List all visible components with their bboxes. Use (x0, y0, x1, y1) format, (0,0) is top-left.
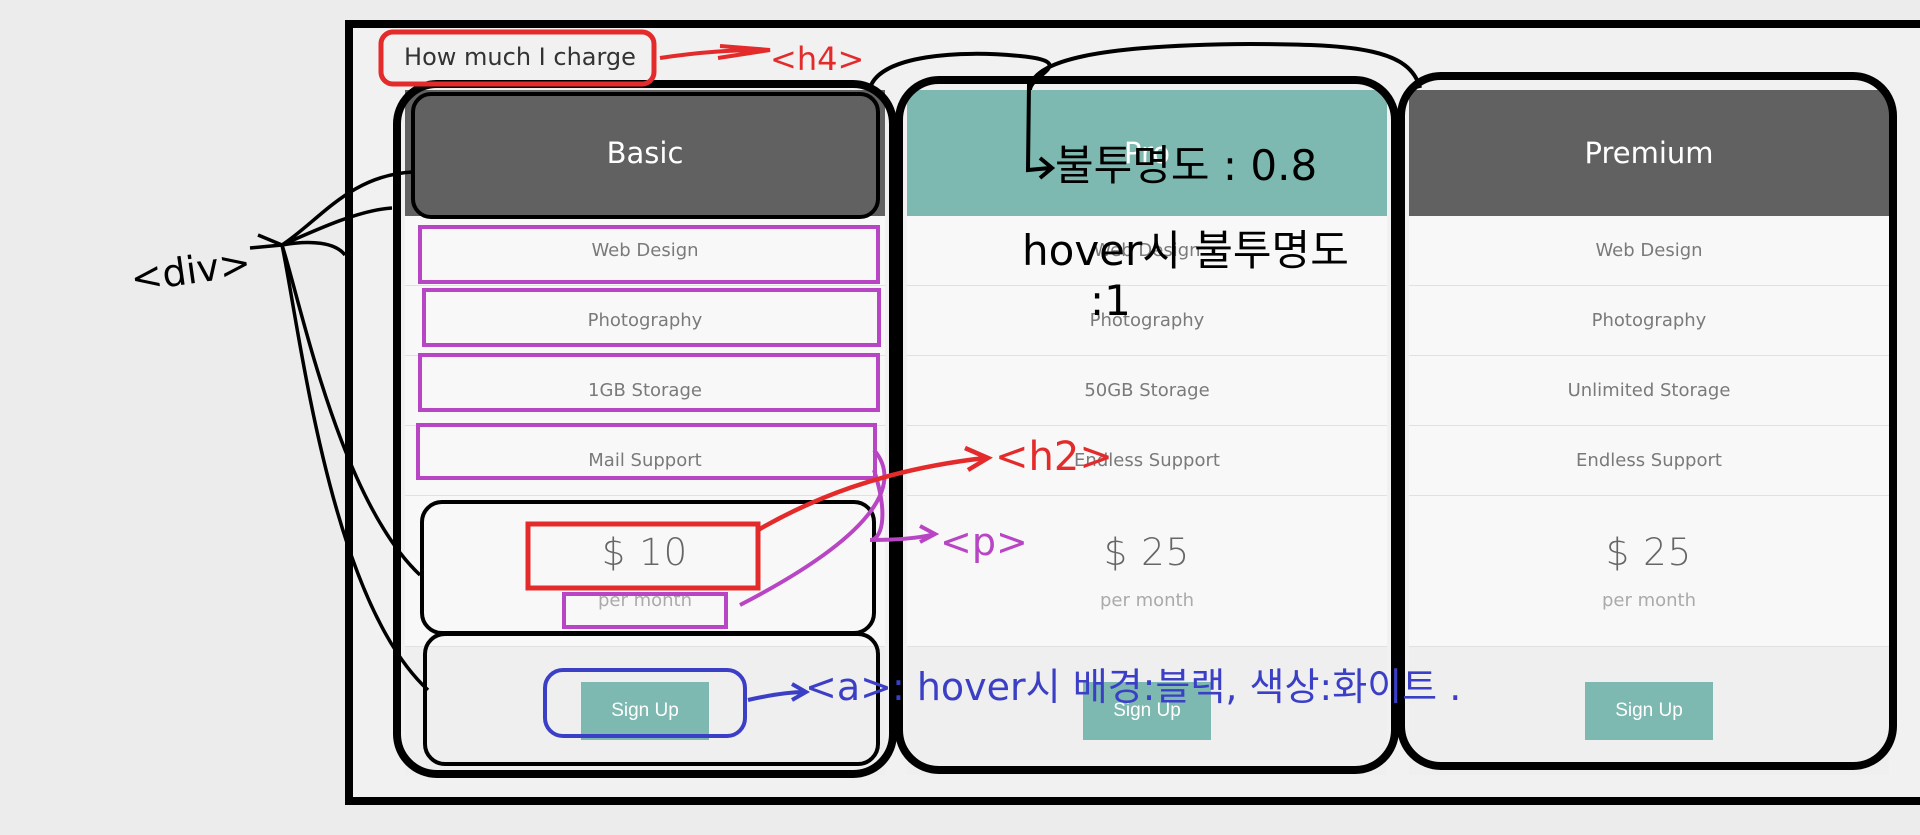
plan-price: $ 25 (1605, 531, 1693, 574)
price-area: $ 25 per month (907, 496, 1387, 647)
price-area: $ 25 per month (1409, 496, 1889, 647)
pricing-card-pro: Pro Web Design Photography 50GB Storage … (907, 90, 1387, 775)
price-area: $ 10 per month (405, 496, 885, 647)
div-label: <div> (128, 240, 254, 300)
feature-item: Web Design (907, 216, 1387, 286)
feature-item: Endless Support (1409, 426, 1889, 496)
pricing-card-premium: Premium Web Design Photography Unlimited… (1409, 90, 1889, 775)
plan-name: Basic (606, 136, 684, 170)
plan-price: $ 10 (601, 531, 689, 574)
section-title: How much I charge (404, 43, 636, 71)
feature-item: Mail Support (405, 426, 885, 496)
feature-item: Endless Support (907, 426, 1387, 496)
plan-header: Pro (907, 90, 1387, 216)
signup-button[interactable]: Sign Up (1585, 682, 1713, 740)
plan-header: Premium (1409, 90, 1889, 216)
price-period: per month (597, 590, 693, 611)
feature-item: 1GB Storage (405, 356, 885, 426)
price-period: per month (1099, 590, 1195, 611)
signup-area: Sign Up (1409, 647, 1889, 775)
feature-item: Web Design (405, 216, 885, 286)
plan-price: $ 25 (1103, 531, 1191, 574)
plan-header: Basic (405, 90, 885, 216)
signup-button[interactable]: Sign Up (1083, 682, 1211, 740)
feature-item: Photography (405, 286, 885, 356)
feature-item: Web Design (1409, 216, 1889, 286)
plan-name: Pro (1123, 136, 1170, 170)
signup-area: Sign Up (907, 647, 1387, 775)
feature-item: Unlimited Storage (1409, 356, 1889, 426)
feature-item: Photography (1409, 286, 1889, 356)
pricing-card-basic: Basic Web Design Photography 1GB Storage… (405, 90, 885, 775)
feature-item: Photography (907, 286, 1387, 356)
plan-name: Premium (1584, 136, 1714, 170)
price-period: per month (1601, 590, 1697, 611)
signup-button[interactable]: Sign Up (581, 682, 709, 740)
feature-item: 50GB Storage (907, 356, 1387, 426)
signup-area: Sign Up (405, 647, 885, 775)
